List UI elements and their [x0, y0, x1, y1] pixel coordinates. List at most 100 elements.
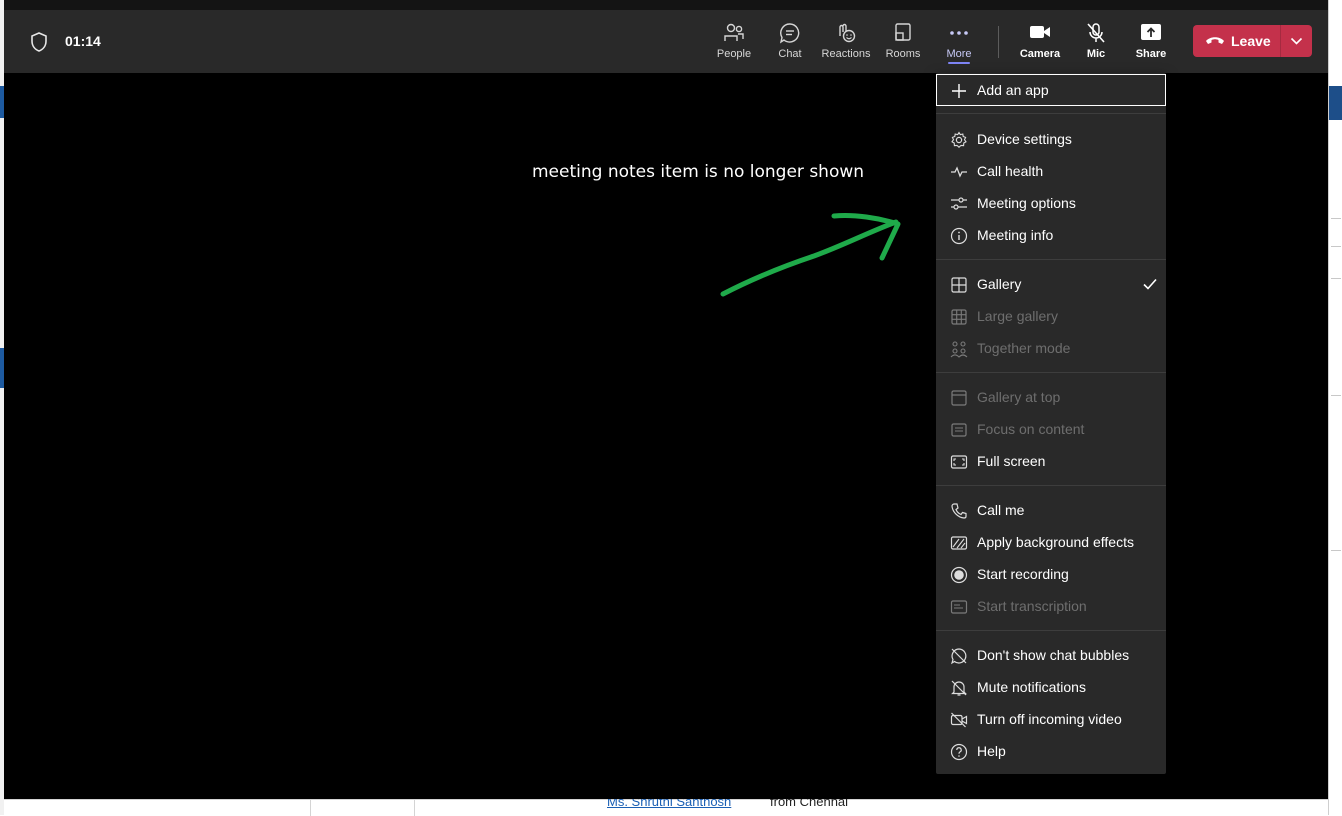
more-button[interactable]: More: [931, 10, 987, 73]
menu-separator: [936, 372, 1166, 373]
menu-item-label: Turn off incoming video: [977, 711, 1122, 727]
menu-item-label: Call health: [977, 163, 1044, 179]
background-right-edge: [1328, 0, 1342, 815]
menu-separator: [936, 485, 1166, 486]
menu-item-large-gallery[interactable]: Large gallery: [936, 300, 1166, 332]
leave-button-group: Leave: [1193, 25, 1312, 57]
people-button[interactable]: People: [706, 10, 762, 73]
full-screen-icon: [950, 453, 968, 471]
menu-item-call-me[interactable]: Call me: [936, 494, 1166, 526]
menu-item-focus-on-content[interactable]: Focus on content: [936, 413, 1166, 445]
menu-item-turn-off-incoming-video[interactable]: Turn off incoming video: [936, 703, 1166, 735]
menu-item-label: Gallery: [977, 276, 1022, 292]
checkmark-icon: [1142, 276, 1158, 297]
menu-item-help[interactable]: Help: [936, 735, 1166, 767]
background-blue-bar: [1329, 86, 1342, 120]
hang-up-icon: [1206, 37, 1224, 44]
menu-item-label: Apply background effects: [977, 534, 1134, 550]
menu-item-label: Focus on content: [977, 421, 1085, 437]
menu-item-label: Start transcription: [977, 598, 1087, 614]
reactions-button[interactable]: Reactions: [818, 10, 874, 73]
menu-item-together-mode[interactable]: Together mode: [936, 332, 1166, 364]
sliders-icon: [950, 195, 968, 213]
share-label: Share: [1135, 48, 1167, 60]
chat-button[interactable]: Chat: [762, 10, 818, 73]
info-icon: [950, 227, 968, 245]
menu-item-full-screen[interactable]: Full screen: [936, 445, 1166, 477]
menu-item-label: Large gallery: [977, 308, 1058, 324]
menu-item-label: Start recording: [977, 566, 1069, 582]
menu-item-meeting-options[interactable]: Meeting options: [936, 187, 1166, 219]
reactions-icon: [839, 23, 856, 43]
camera-button[interactable]: Camera: [1012, 10, 1068, 73]
more-icon: [950, 31, 968, 35]
camera-icon: [1030, 26, 1050, 38]
menu-item-label: Full screen: [977, 453, 1046, 469]
menu-item-call-health[interactable]: Call health: [936, 155, 1166, 187]
menu-item-label: Meeting options: [977, 195, 1076, 211]
annotation-arrow: [720, 213, 901, 297]
mic-button[interactable]: Mic: [1068, 10, 1124, 73]
more-menu: Add an app Device settings Call health M…: [936, 73, 1166, 774]
leave-options-button[interactable]: [1281, 25, 1312, 57]
mic-off-icon: [1087, 23, 1105, 43]
meeting-timer: 01:14: [65, 33, 101, 49]
more-active-indicator: [948, 62, 970, 64]
menu-item-label: Together mode: [977, 340, 1071, 356]
menu-item-label: Add an app: [977, 82, 1049, 98]
shield-icon[interactable]: [28, 31, 50, 53]
transcription-icon: [950, 598, 968, 616]
annotation-text: meeting notes item is no longer shown: [532, 162, 865, 182]
gear-icon: [950, 131, 968, 149]
rooms-icon: [895, 23, 911, 41]
menu-separator: [936, 630, 1166, 631]
rooms-button[interactable]: Rooms: [875, 10, 931, 73]
menu-item-add-an-app[interactable]: Add an app: [936, 74, 1166, 106]
menu-item-label: Help: [977, 743, 1006, 759]
menu-item-label: Device settings: [977, 131, 1072, 147]
menu-item-mute-notifications[interactable]: Mute notifications: [936, 671, 1166, 703]
menu-item-apply-background-effects[interactable]: Apply background effects: [936, 526, 1166, 558]
menu-item-gallery-at-top[interactable]: Gallery at top: [936, 381, 1166, 413]
help-icon: [950, 743, 968, 761]
menu-item-start-transcription[interactable]: Start transcription: [936, 590, 1166, 622]
menu-separator: [936, 113, 1166, 114]
menu-item-gallery[interactable]: Gallery: [936, 268, 1166, 300]
meeting-toolbar: 01:14 People Chat Reactions Rooms More C…: [4, 10, 1328, 73]
background-effects-icon: [950, 534, 968, 552]
grid-icon: [950, 276, 968, 294]
title-strip: [4, 0, 1328, 10]
share-button[interactable]: Share: [1123, 10, 1179, 73]
plus-icon: [950, 82, 968, 100]
large-grid-icon: [950, 308, 968, 326]
menu-item-dont-show-chat-bubbles[interactable]: Don't show chat bubbles: [936, 639, 1166, 671]
leave-button[interactable]: Leave: [1193, 25, 1280, 57]
background-bottom-strip: Ms. Shruthi Santhosh from Chennai: [4, 794, 1328, 816]
menu-item-label: Gallery at top: [977, 389, 1061, 405]
people-icon: [724, 23, 744, 41]
menu-item-label: Mute notifications: [977, 679, 1086, 695]
share-icon: [1141, 24, 1161, 40]
more-label: More: [946, 48, 972, 60]
leave-label: Leave: [1231, 33, 1271, 49]
phone-icon: [950, 502, 968, 520]
chat-off-icon: [950, 647, 968, 665]
chevron-down-icon: [1290, 37, 1303, 45]
teams-meeting-window: 01:14 People Chat Reactions Rooms More C…: [4, 0, 1328, 799]
menu-item-start-recording[interactable]: Start recording: [936, 558, 1166, 590]
menu-item-label: Don't show chat bubbles: [977, 647, 1130, 663]
video-off-icon: [950, 711, 968, 729]
menu-item-meeting-info[interactable]: Meeting info: [936, 219, 1166, 251]
menu-item-label: Call me: [977, 502, 1025, 518]
together-mode-icon: [950, 340, 968, 358]
menu-item-device-settings[interactable]: Device settings: [936, 123, 1166, 155]
menu-item-label: Meeting info: [977, 227, 1054, 243]
pulse-icon: [950, 163, 968, 181]
chat-icon: [779, 23, 800, 44]
bell-off-icon: [950, 679, 968, 697]
record-icon: [950, 566, 968, 584]
gallery-top-icon: [950, 389, 968, 407]
menu-separator: [936, 259, 1166, 260]
content-icon: [950, 421, 968, 439]
toolbar-divider: [998, 26, 999, 58]
